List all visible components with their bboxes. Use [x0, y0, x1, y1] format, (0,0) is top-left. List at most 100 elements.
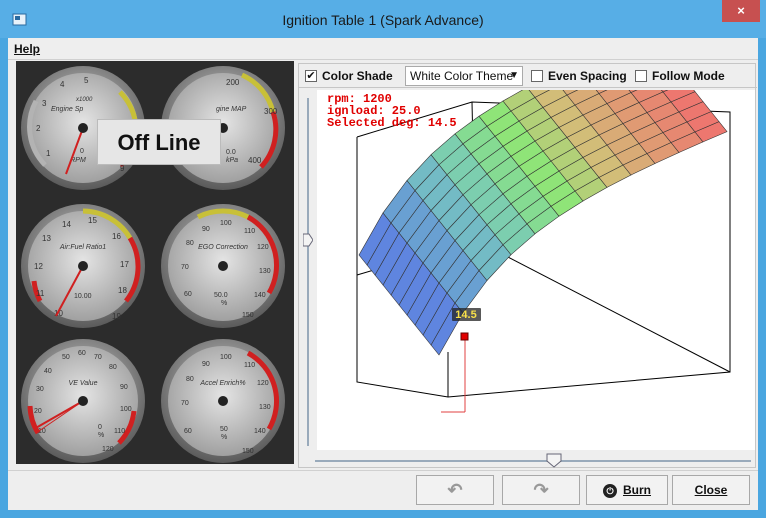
follow-mode-label: Follow Mode: [652, 69, 725, 83]
svg-text:0.0: 0.0: [226, 149, 236, 156]
even-spacing-checkbox[interactable]: [531, 70, 543, 82]
svg-text:13: 13: [42, 234, 51, 243]
vertical-rotation-slider[interactable]: [303, 92, 313, 452]
gauge-ego-correction: 60 70 80 90 100 110 120 130 140 150 EGO …: [161, 204, 285, 328]
close-label: Close: [694, 483, 728, 497]
svg-text:90: 90: [202, 361, 210, 368]
power-icon: ⏻: [603, 483, 617, 498]
svg-text:1: 1: [46, 149, 51, 158]
svg-text:50: 50: [220, 426, 228, 433]
svg-text:80: 80: [186, 376, 194, 383]
svg-text:120: 120: [257, 380, 269, 387]
svg-text:150: 150: [242, 448, 254, 455]
slider-thumb[interactable]: [546, 453, 562, 468]
burn-button[interactable]: ⏻ Burn: [586, 475, 668, 505]
gauge-label: gine MAP: [216, 106, 247, 113]
svg-text:60: 60: [78, 350, 86, 357]
gauge-label: Engine Sp: [51, 106, 83, 113]
svg-text:100: 100: [120, 406, 132, 413]
svg-text:110: 110: [244, 362, 255, 369]
surface-3d[interactable]: 14.5: [317, 31, 755, 450]
svg-text:200: 200: [226, 78, 240, 87]
svg-text:14: 14: [62, 220, 71, 229]
color-shade-label: Color Shade: [322, 69, 393, 83]
svg-text:5: 5: [84, 76, 89, 85]
svg-text:110: 110: [114, 428, 125, 435]
svg-text:15: 15: [88, 216, 97, 225]
redo-icon: ↷: [533, 480, 549, 500]
svg-text:100: 100: [220, 354, 232, 361]
svg-text:11: 11: [36, 289, 45, 298]
svg-text:10.00: 10.00: [74, 293, 92, 300]
window-close-button[interactable]: ×: [722, 0, 760, 22]
svg-text:140: 140: [254, 428, 266, 435]
theme-select[interactable]: White Color Theme ▼: [405, 66, 523, 86]
selected-cell-value: 14.5: [455, 309, 476, 321]
svg-text:4: 4: [60, 80, 65, 89]
svg-text:300: 300: [264, 107, 278, 116]
title-bar: Ignition Table 1 (Spark Advance) ×: [0, 0, 766, 38]
gauge-ve-value: 10 20 30 40 50 60 70 80 90 100 110 120 V…: [21, 339, 145, 463]
svg-text:140: 140: [254, 292, 266, 299]
undo-icon: ↶: [447, 480, 463, 500]
gauge-accel-enrich: 60 70 80 90 100 110 120 130 140 150 Acce…: [161, 339, 285, 463]
svg-text:19: 19: [112, 312, 121, 321]
selected-cell-dot: [460, 332, 469, 341]
check-icon: ✔: [306, 70, 316, 82]
table-3d-panel: ✔ Color Shade White Color Theme ▼ Even S…: [298, 31, 757, 468]
gauge-label: Air:Fuel Ratio1: [59, 244, 106, 251]
svg-text:60: 60: [184, 428, 192, 435]
svg-text:80: 80: [109, 364, 117, 371]
svg-text:30: 30: [36, 386, 44, 393]
svg-text:12: 12: [34, 262, 43, 271]
gauge-label: EGO Correction: [198, 244, 248, 251]
svg-text:0: 0: [98, 424, 102, 431]
button-bar: ↶ ↷ ⏻ Burn Close: [8, 470, 758, 510]
svg-text:150: 150: [242, 312, 254, 319]
gauge-label: VE Value: [69, 380, 98, 387]
selected-deg-readout: Selected deg: 14.5: [327, 116, 457, 130]
theme-select-value: White Color Theme: [410, 69, 514, 83]
svg-text:2: 2: [36, 124, 41, 133]
gauge-label: Accel Enrich%: [199, 380, 245, 387]
burn-label: Burn: [623, 483, 651, 497]
svg-text:x1000: x1000: [75, 97, 93, 103]
dropdown-arrow-icon: ▼: [509, 70, 519, 81]
svg-text:3: 3: [42, 99, 47, 108]
svg-text:90: 90: [120, 384, 128, 391]
svg-text:120: 120: [102, 446, 114, 453]
color-shade-checkbox[interactable]: ✔: [305, 70, 317, 82]
svg-text:70: 70: [94, 354, 102, 361]
undo-button[interactable]: ↶: [416, 475, 494, 505]
client-area: Help 1 2 3 4 5 9 0 x1000 Engine Sp RPM 2…: [8, 31, 758, 510]
svg-text:110: 110: [244, 228, 255, 235]
menu-help[interactable]: Help: [14, 42, 40, 56]
redo-button[interactable]: ↷: [502, 475, 580, 505]
even-spacing-label: Even Spacing: [548, 69, 627, 83]
svg-text:130: 130: [259, 404, 271, 411]
svg-text:16: 16: [112, 232, 121, 241]
svg-text:60: 60: [184, 291, 192, 298]
svg-text:18: 18: [118, 286, 127, 295]
svg-text:17: 17: [120, 260, 129, 269]
gauge-panel: 1 2 3 4 5 9 0 x1000 Engine Sp RPM 200 30…: [16, 61, 294, 464]
window-title: Ignition Table 1 (Spark Advance): [282, 12, 484, 28]
gauge-air-fuel: 11 12 13 14 15 16 17 18 19 10 Air:Fuel R…: [21, 204, 145, 328]
svg-text:70: 70: [181, 400, 189, 407]
svg-text:%: %: [98, 432, 104, 439]
horizontal-rotation-slider[interactable]: [313, 452, 753, 468]
svg-text:40: 40: [44, 368, 52, 375]
table-3d-plot[interactable]: 14.5 rpm: 1200 ignload: 25.0 Selected de…: [317, 31, 755, 450]
menu-bar: Help: [8, 38, 758, 60]
svg-text:70: 70: [181, 264, 189, 271]
slider-thumb[interactable]: [303, 233, 313, 247]
svg-text:120: 120: [257, 244, 269, 251]
view-toolbar: ✔ Color Shade White Color Theme ▼ Even S…: [299, 64, 757, 88]
follow-mode-checkbox[interactable]: [635, 70, 647, 82]
close-button[interactable]: Close: [672, 475, 750, 505]
svg-text:kPa: kPa: [226, 157, 238, 164]
svg-text:90: 90: [202, 226, 210, 233]
offline-label: Off Line: [97, 119, 221, 165]
svg-text:400: 400: [248, 156, 262, 165]
svg-text:80: 80: [186, 240, 194, 247]
